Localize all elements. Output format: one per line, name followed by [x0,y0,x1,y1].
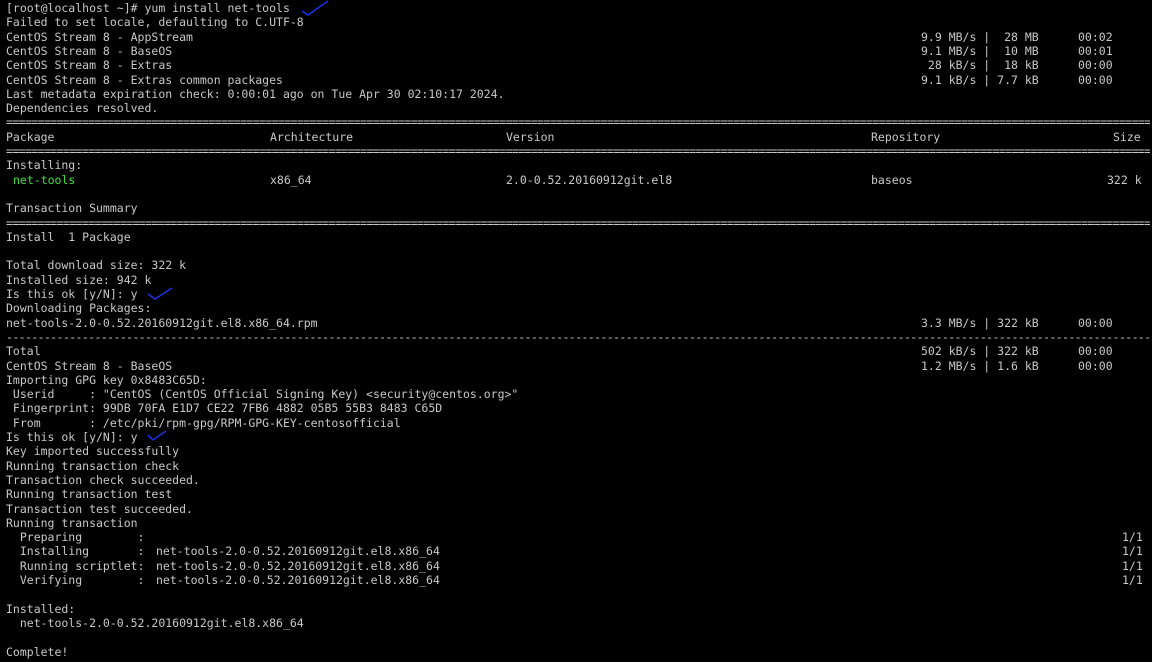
download-time: 00:00 [1078,358,1113,373]
terminal-screen[interactable]: [root@localhost ~]# yum install net-tool… [0,0,1152,662]
dependencies-line: Dependencies resolved. [6,101,159,116]
metadata-check-line: Last metadata expiration check: 0:00:01 … [6,86,505,101]
step-count: 1/1 [1122,544,1143,559]
step-package: net-tools-2.0-0.52.20160912git.el8.x86_6… [156,558,440,573]
step-label: Verifying : [6,573,145,587]
key-imported: Key imported successfully [6,444,180,459]
gpg-fingerprint: Fingerprint: 99DB 70FA E1D7 CE22 7FB6 48… [6,401,443,416]
package-repo: baseos [871,172,913,187]
step-line: Preparing : 1/1 [6,530,1148,544]
repo-line: CentOS Stream 8 - AppStream 9.9 MB/s | 2… [6,30,1148,44]
installed-label: Installed: [6,601,76,616]
column-header-package: Package [6,129,55,144]
table-row: net-tools x86_64 2.0-0.52.20160912git.el… [6,173,1148,187]
repo-name: CentOS Stream 8 - Extras [6,58,173,73]
double-separator: ========================================… [6,115,1150,130]
installing-label: Installing: [6,158,83,173]
step-line: Running scriptlet: net-tools-2.0-0.52.20… [6,559,1148,573]
download-time: 00:00 [1078,315,1113,330]
repo-time: 00:00 [1078,58,1113,73]
repo-line: CentOS Stream 8 - Extras common packages… [6,73,1148,87]
command-prompt-line: [root@localhost ~]# yum install net-tool… [6,1,1148,15]
step-package: net-tools-2.0-0.52.20160912git.el8.x86_6… [156,573,440,587]
download-line: CentOS Stream 8 - BaseOS 1.2 MB/s | 1.6 … [6,359,1148,373]
command-prompt: [root@localhost ~]# yum install net-tool… [6,1,290,15]
installed-size: Installed size: 942 k [6,272,152,287]
column-header-version: Version [506,129,555,144]
installed-package: net-tools-2.0-0.52.20160912git.el8.x86_6… [6,615,304,630]
downloading-label: Downloading Packages: [6,301,152,316]
download-rate: 502 kB/s | 322 kB [921,344,1039,359]
step-count: 1/1 [1122,558,1143,573]
package-version: 2.0-0.52.20160912git.el8 [506,172,673,187]
complete-message: Complete! [6,644,69,659]
download-name: net-tools-2.0-0.52.20160912git.el8.x86_6… [6,315,318,330]
repo-line: CentOS Stream 8 - Extras 28 kB/s | 18 kB… [6,58,1148,72]
download-name: CentOS Stream 8 - BaseOS [6,358,173,373]
step-count: 1/1 [1122,530,1143,545]
step-line: Installing : net-tools-2.0-0.52.20160912… [6,544,1148,558]
repo-line: CentOS Stream 8 - BaseOS 9.1 MB/s | 10 M… [6,44,1148,58]
repo-name: CentOS Stream 8 - BaseOS [6,43,173,58]
checkmark-annotation-icon [301,0,329,16]
repo-rate: 9.1 kB/s | 7.7 kB [921,72,1039,87]
double-separator: ========================================… [6,215,1150,230]
double-separator: ========================================… [6,144,1150,158]
download-rate: 3.3 MB/s | 322 kB [921,315,1039,330]
dash-separator: ----------------------------------------… [6,329,1150,344]
confirm-prompt: Is this ok [y/N]: y [6,287,138,301]
running-test: Running transaction test [6,487,173,502]
repo-rate: 9.9 MB/s | 28 MB [921,29,1039,44]
gpg-importing: Importing GPG key 0x8483C65D: [6,372,207,387]
check-succeeded: Transaction check succeeded. [6,472,200,487]
package-name: net-tools [13,172,76,187]
column-header-architecture: Architecture [270,129,354,144]
download-line: net-tools-2.0-0.52.20160912git.el8.x86_6… [6,316,1148,330]
step-label: Preparing : [6,530,145,545]
package-arch: x86_64 [270,172,312,187]
column-header-repository: Repository [871,129,941,144]
gpg-from: From : /etc/pki/rpm-gpg/RPM-GPG-KEY-cent… [6,415,401,430]
column-header-size: Size [1113,129,1141,144]
running-check: Running transaction check [6,458,180,473]
repo-time: 00:01 [1078,43,1113,58]
table-header: Package Architecture Version Repository … [6,130,1148,144]
repo-time: 00:02 [1078,29,1113,44]
repo-name: CentOS Stream 8 - Extras common packages [6,72,283,87]
download-rate: 1.2 MB/s | 1.6 kB [921,358,1039,373]
transaction-summary-title: Transaction Summary [6,201,138,216]
repo-rate: 28 kB/s | 18 kB [921,58,1039,73]
repo-name: CentOS Stream 8 - AppStream [6,29,193,44]
repo-rate: 9.1 MB/s | 10 MB [921,43,1039,58]
step-label: Running scriptlet: [6,558,145,573]
repo-time: 00:00 [1078,72,1113,87]
gpg-userid: Userid : "CentOS (CentOS Official Signin… [6,387,519,402]
download-name: Total [6,344,41,359]
checkmark-annotation-icon [147,287,173,300]
install-count: Install 1 Package [6,229,131,244]
package-size: 322 k [1107,172,1142,187]
download-time: 00:00 [1078,344,1113,359]
step-count: 1/1 [1122,573,1143,587]
download-size: Total download size: 322 k [6,258,187,273]
step-line: Verifying : net-tools-2.0-0.52.20160912g… [6,573,1148,587]
step-label: Installing : [6,544,145,559]
running-transaction: Running transaction [6,515,138,530]
locale-warning: Failed to set locale, defaulting to C.UT… [6,15,304,30]
download-line: Total 502 kB/s | 322 kB 00:00 [6,344,1148,358]
checkmark-annotation-icon [147,430,167,442]
test-succeeded: Transaction test succeeded. [6,501,193,516]
step-package: net-tools-2.0-0.52.20160912git.el8.x86_6… [156,544,440,559]
confirm-prompt: Is this ok [y/N]: y [6,430,138,444]
